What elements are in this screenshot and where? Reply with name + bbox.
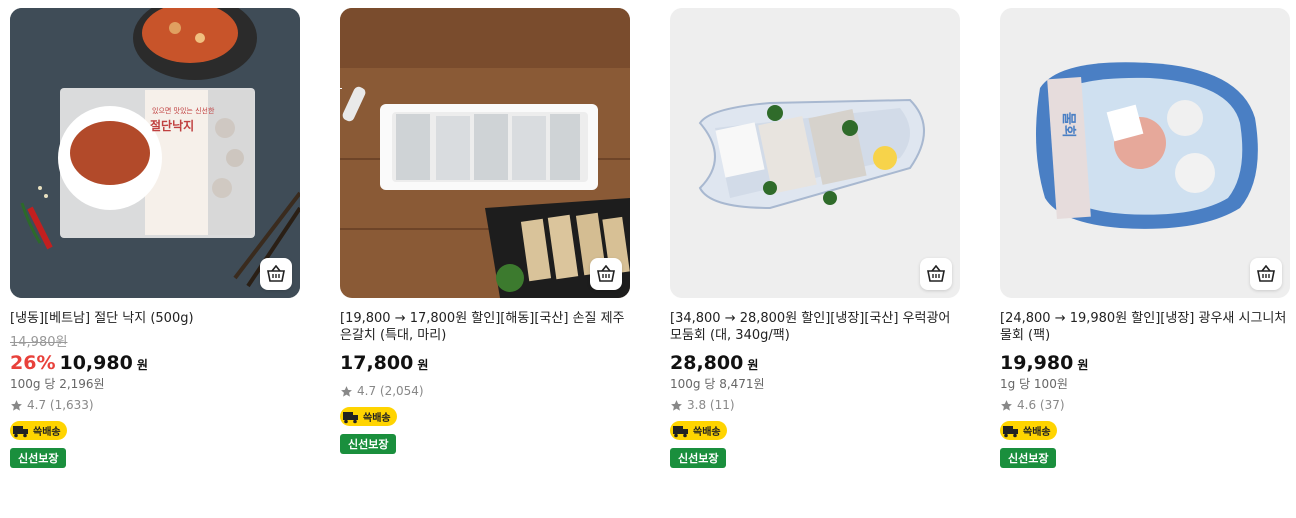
basket-icon (927, 265, 945, 282)
sale-price: 28,800 (670, 352, 744, 374)
currency: 원 (1077, 358, 1089, 372)
product-title[interactable]: [24,800 → 19,980원 할인][냉장] 광우새 시그니처 물회 (팩… (1000, 310, 1290, 344)
product-card[interactable]: [34,800 → 28,800원 할인][냉장][국산] 우럭광어모둠회 (대… (670, 8, 960, 468)
delivery-badge: 쓱배송 (340, 407, 397, 426)
unit-price: 1g 당 100원 (1000, 377, 1068, 391)
rating: 4.6 (37) (1000, 398, 1290, 412)
price-row: 19,980 원 (1000, 352, 1290, 374)
add-to-cart-button[interactable] (920, 258, 952, 290)
product-image[interactable] (670, 8, 960, 298)
sale-price: 10,980 (59, 352, 133, 374)
delivery-badge-label: 쓱배송 (363, 413, 391, 424)
product-image[interactable]: 물회 (1000, 8, 1290, 298)
fresh-badge: 신선보장 (1000, 448, 1057, 468)
currency: 원 (136, 358, 148, 372)
product-image[interactable]: 있으면 맛있는 신선한 절단낙지 (10, 8, 300, 298)
product-card[interactable]: 있으면 맛있는 신선한 절단낙지 [냉동][베트남] 절단 낙지 (500g) … (10, 8, 300, 468)
product-title[interactable]: [34,800 → 28,800원 할인][냉장][국산] 우럭광어모둠회 (대… (670, 310, 960, 344)
star-icon (341, 385, 352, 397)
add-to-cart-button[interactable] (1250, 258, 1282, 290)
unit-price: 100g 당 2,196원 (10, 377, 105, 391)
delivery-badge: 쓱배송 (670, 421, 727, 440)
product-photo: 물회 (1000, 8, 1290, 298)
product-image[interactable] (340, 8, 630, 298)
product-card[interactable]: 물회 [24,800 → 19,980원 할인][냉장] 광우새 시그니처 물회… (1000, 8, 1290, 468)
currency: 원 (747, 358, 759, 372)
price-row: 17,800 원 (340, 352, 630, 374)
delivery-truck-icon (13, 425, 28, 437)
price-row: 28,800 원 (670, 352, 960, 374)
basket-icon (597, 265, 615, 282)
sale-price: 17,800 (340, 352, 414, 374)
discount-rate: 26% (10, 352, 56, 374)
delivery-badge: 쓱배송 (10, 421, 67, 440)
product-photo (670, 8, 960, 298)
delivery-truck-icon (1003, 425, 1018, 437)
package-subtitle: 있으면 맛있는 신선한 (152, 106, 215, 115)
original-price: 14,980원 (10, 335, 68, 350)
rating: 4.7 (1,633) (10, 398, 300, 412)
star-icon (1001, 399, 1012, 411)
product-grid: 있으면 맛있는 신선한 절단낙지 [냉동][베트남] 절단 낙지 (500g) … (0, 0, 1296, 518)
rating-text: 4.7 (2,054) (357, 384, 424, 398)
add-to-cart-button[interactable] (590, 258, 622, 290)
add-to-cart-button[interactable] (260, 258, 292, 290)
package-label: 물회 (1060, 112, 1076, 138)
basket-icon (267, 265, 285, 282)
currency: 원 (417, 358, 429, 372)
delivery-badge-label: 쓱배송 (33, 427, 61, 438)
star-icon (11, 399, 22, 411)
product-title[interactable]: [냉동][베트남] 절단 낙지 (500g) (10, 310, 300, 327)
rating-text: 3.8 (11) (687, 398, 735, 412)
basket-icon (1257, 265, 1275, 282)
delivery-truck-icon (673, 425, 688, 437)
sale-price: 19,980 (1000, 352, 1074, 374)
delivery-truck-icon (343, 411, 358, 423)
rating-text: 4.7 (1,633) (27, 398, 94, 412)
rating: 3.8 (11) (670, 398, 960, 412)
delivery-badge-label: 쓱배송 (1023, 427, 1051, 438)
price-row: 26% 10,980 원 (10, 352, 300, 374)
product-photo: 있으면 맛있는 신선한 절단낙지 (10, 8, 300, 298)
package-title: 절단낙지 (150, 118, 194, 133)
rating-text: 4.6 (37) (1017, 398, 1065, 412)
delivery-badge-label: 쓱배송 (693, 427, 721, 438)
fresh-badge: 신선보장 (670, 448, 727, 468)
fresh-badge: 신선보장 (340, 434, 397, 454)
star-icon (671, 399, 682, 411)
rating: 4.7 (2,054) (340, 384, 630, 398)
fresh-badge: 신선보장 (10, 448, 67, 468)
product-title[interactable]: [19,800 → 17,800원 할인][해동][국산] 손질 제주 은갈치 … (340, 310, 630, 344)
product-card[interactable]: [19,800 → 17,800원 할인][해동][국산] 손질 제주 은갈치 … (340, 8, 630, 454)
delivery-badge: 쓱배송 (1000, 421, 1057, 440)
unit-price: 100g 당 8,471원 (670, 377, 765, 391)
product-photo (340, 8, 630, 298)
